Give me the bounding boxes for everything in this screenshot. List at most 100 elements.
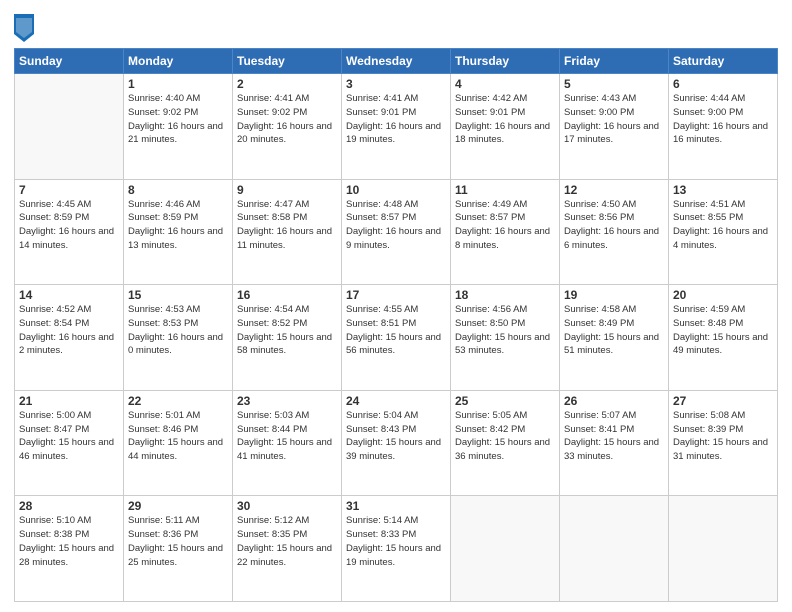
- day-number: 18: [455, 288, 555, 302]
- day-number: 29: [128, 499, 228, 513]
- calendar-week-row: 7Sunrise: 4:45 AMSunset: 8:59 PMDaylight…: [15, 179, 778, 285]
- day-info: Sunrise: 4:49 AMSunset: 8:57 PMDaylight:…: [455, 198, 555, 253]
- day-info: Sunrise: 5:01 AMSunset: 8:46 PMDaylight:…: [128, 409, 228, 464]
- calendar-header-wednesday: Wednesday: [342, 49, 451, 74]
- calendar-header-tuesday: Tuesday: [233, 49, 342, 74]
- calendar-cell: 6Sunrise: 4:44 AMSunset: 9:00 PMDaylight…: [669, 74, 778, 180]
- calendar-week-row: 14Sunrise: 4:52 AMSunset: 8:54 PMDayligh…: [15, 285, 778, 391]
- day-info: Sunrise: 4:51 AMSunset: 8:55 PMDaylight:…: [673, 198, 773, 253]
- calendar-cell: 26Sunrise: 5:07 AMSunset: 8:41 PMDayligh…: [560, 390, 669, 496]
- day-number: 19: [564, 288, 664, 302]
- day-info: Sunrise: 4:46 AMSunset: 8:59 PMDaylight:…: [128, 198, 228, 253]
- calendar-cell: 29Sunrise: 5:11 AMSunset: 8:36 PMDayligh…: [124, 496, 233, 602]
- day-info: Sunrise: 4:41 AMSunset: 9:02 PMDaylight:…: [237, 92, 337, 147]
- day-info: Sunrise: 5:03 AMSunset: 8:44 PMDaylight:…: [237, 409, 337, 464]
- calendar-cell: 27Sunrise: 5:08 AMSunset: 8:39 PMDayligh…: [669, 390, 778, 496]
- calendar-cell: 23Sunrise: 5:03 AMSunset: 8:44 PMDayligh…: [233, 390, 342, 496]
- day-number: 31: [346, 499, 446, 513]
- day-info: Sunrise: 5:10 AMSunset: 8:38 PMDaylight:…: [19, 514, 119, 569]
- page: SundayMondayTuesdayWednesdayThursdayFrid…: [0, 0, 792, 612]
- day-info: Sunrise: 4:52 AMSunset: 8:54 PMDaylight:…: [19, 303, 119, 358]
- day-number: 5: [564, 77, 664, 91]
- day-info: Sunrise: 4:42 AMSunset: 9:01 PMDaylight:…: [455, 92, 555, 147]
- calendar-cell: [669, 496, 778, 602]
- day-number: 13: [673, 183, 773, 197]
- calendar-cell: 13Sunrise: 4:51 AMSunset: 8:55 PMDayligh…: [669, 179, 778, 285]
- calendar-cell: [15, 74, 124, 180]
- calendar-cell: 14Sunrise: 4:52 AMSunset: 8:54 PMDayligh…: [15, 285, 124, 391]
- day-info: Sunrise: 5:08 AMSunset: 8:39 PMDaylight:…: [673, 409, 773, 464]
- calendar-header-row: SundayMondayTuesdayWednesdayThursdayFrid…: [15, 49, 778, 74]
- calendar-week-row: 21Sunrise: 5:00 AMSunset: 8:47 PMDayligh…: [15, 390, 778, 496]
- day-info: Sunrise: 4:44 AMSunset: 9:00 PMDaylight:…: [673, 92, 773, 147]
- day-number: 21: [19, 394, 119, 408]
- day-number: 12: [564, 183, 664, 197]
- day-info: Sunrise: 4:40 AMSunset: 9:02 PMDaylight:…: [128, 92, 228, 147]
- calendar-cell: 3Sunrise: 4:41 AMSunset: 9:01 PMDaylight…: [342, 74, 451, 180]
- day-info: Sunrise: 5:04 AMSunset: 8:43 PMDaylight:…: [346, 409, 446, 464]
- day-info: Sunrise: 4:45 AMSunset: 8:59 PMDaylight:…: [19, 198, 119, 253]
- calendar-cell: 17Sunrise: 4:55 AMSunset: 8:51 PMDayligh…: [342, 285, 451, 391]
- day-info: Sunrise: 4:48 AMSunset: 8:57 PMDaylight:…: [346, 198, 446, 253]
- calendar-cell: 9Sunrise: 4:47 AMSunset: 8:58 PMDaylight…: [233, 179, 342, 285]
- calendar-cell: 16Sunrise: 4:54 AMSunset: 8:52 PMDayligh…: [233, 285, 342, 391]
- day-number: 3: [346, 77, 446, 91]
- day-info: Sunrise: 5:12 AMSunset: 8:35 PMDaylight:…: [237, 514, 337, 569]
- day-info: Sunrise: 5:05 AMSunset: 8:42 PMDaylight:…: [455, 409, 555, 464]
- day-number: 6: [673, 77, 773, 91]
- calendar-cell: 22Sunrise: 5:01 AMSunset: 8:46 PMDayligh…: [124, 390, 233, 496]
- calendar-cell: 4Sunrise: 4:42 AMSunset: 9:01 PMDaylight…: [451, 74, 560, 180]
- logo: [14, 14, 38, 42]
- calendar-cell: 25Sunrise: 5:05 AMSunset: 8:42 PMDayligh…: [451, 390, 560, 496]
- day-number: 22: [128, 394, 228, 408]
- calendar-cell: 5Sunrise: 4:43 AMSunset: 9:00 PMDaylight…: [560, 74, 669, 180]
- calendar-header-sunday: Sunday: [15, 49, 124, 74]
- day-info: Sunrise: 4:58 AMSunset: 8:49 PMDaylight:…: [564, 303, 664, 358]
- day-info: Sunrise: 5:00 AMSunset: 8:47 PMDaylight:…: [19, 409, 119, 464]
- calendar-cell: 20Sunrise: 4:59 AMSunset: 8:48 PMDayligh…: [669, 285, 778, 391]
- calendar-cell: 10Sunrise: 4:48 AMSunset: 8:57 PMDayligh…: [342, 179, 451, 285]
- calendar-header-friday: Friday: [560, 49, 669, 74]
- day-number: 30: [237, 499, 337, 513]
- day-number: 4: [455, 77, 555, 91]
- day-number: 14: [19, 288, 119, 302]
- day-info: Sunrise: 5:11 AMSunset: 8:36 PMDaylight:…: [128, 514, 228, 569]
- day-info: Sunrise: 5:14 AMSunset: 8:33 PMDaylight:…: [346, 514, 446, 569]
- day-number: 25: [455, 394, 555, 408]
- day-number: 23: [237, 394, 337, 408]
- day-info: Sunrise: 4:53 AMSunset: 8:53 PMDaylight:…: [128, 303, 228, 358]
- calendar-cell: 30Sunrise: 5:12 AMSunset: 8:35 PMDayligh…: [233, 496, 342, 602]
- calendar-cell: 31Sunrise: 5:14 AMSunset: 8:33 PMDayligh…: [342, 496, 451, 602]
- logo-icon: [14, 14, 34, 42]
- day-info: Sunrise: 4:41 AMSunset: 9:01 PMDaylight:…: [346, 92, 446, 147]
- day-info: Sunrise: 5:07 AMSunset: 8:41 PMDaylight:…: [564, 409, 664, 464]
- day-number: 11: [455, 183, 555, 197]
- calendar-header-thursday: Thursday: [451, 49, 560, 74]
- calendar-cell: 11Sunrise: 4:49 AMSunset: 8:57 PMDayligh…: [451, 179, 560, 285]
- calendar-cell: 21Sunrise: 5:00 AMSunset: 8:47 PMDayligh…: [15, 390, 124, 496]
- day-number: 17: [346, 288, 446, 302]
- day-info: Sunrise: 4:56 AMSunset: 8:50 PMDaylight:…: [455, 303, 555, 358]
- calendar-table: SundayMondayTuesdayWednesdayThursdayFrid…: [14, 48, 778, 602]
- calendar-cell: 2Sunrise: 4:41 AMSunset: 9:02 PMDaylight…: [233, 74, 342, 180]
- day-number: 10: [346, 183, 446, 197]
- day-number: 15: [128, 288, 228, 302]
- day-info: Sunrise: 4:54 AMSunset: 8:52 PMDaylight:…: [237, 303, 337, 358]
- day-number: 1: [128, 77, 228, 91]
- day-info: Sunrise: 4:55 AMSunset: 8:51 PMDaylight:…: [346, 303, 446, 358]
- day-number: 20: [673, 288, 773, 302]
- calendar-cell: [560, 496, 669, 602]
- day-info: Sunrise: 4:50 AMSunset: 8:56 PMDaylight:…: [564, 198, 664, 253]
- day-info: Sunrise: 4:43 AMSunset: 9:00 PMDaylight:…: [564, 92, 664, 147]
- calendar-cell: 12Sunrise: 4:50 AMSunset: 8:56 PMDayligh…: [560, 179, 669, 285]
- calendar-cell: 7Sunrise: 4:45 AMSunset: 8:59 PMDaylight…: [15, 179, 124, 285]
- calendar-cell: 18Sunrise: 4:56 AMSunset: 8:50 PMDayligh…: [451, 285, 560, 391]
- calendar-cell: 19Sunrise: 4:58 AMSunset: 8:49 PMDayligh…: [560, 285, 669, 391]
- day-number: 8: [128, 183, 228, 197]
- header: [14, 10, 778, 42]
- day-number: 9: [237, 183, 337, 197]
- day-number: 27: [673, 394, 773, 408]
- calendar-cell: 1Sunrise: 4:40 AMSunset: 9:02 PMDaylight…: [124, 74, 233, 180]
- day-number: 26: [564, 394, 664, 408]
- calendar-cell: 15Sunrise: 4:53 AMSunset: 8:53 PMDayligh…: [124, 285, 233, 391]
